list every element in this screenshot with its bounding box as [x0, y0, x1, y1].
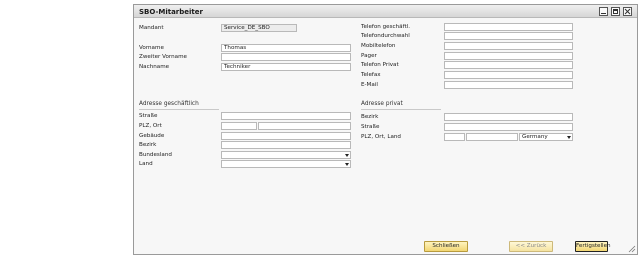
private-bezirk-label: Bezirk — [361, 114, 379, 120]
business-address-heading: Adresse geschäftlich — [139, 101, 199, 107]
zweiter-vorname-label: Zweiter Vorname — [139, 54, 187, 60]
resize-grip-icon[interactable] — [628, 245, 636, 253]
schliessen-button[interactable]: Schließen — [424, 241, 468, 252]
private-land-value: Germany — [522, 134, 548, 140]
zweiter-vorname-field[interactable] — [221, 53, 351, 61]
business-ort-field[interactable] — [258, 122, 351, 130]
pager-label: Pager — [361, 53, 377, 59]
zurueck-button[interactable]: << Zurück — [509, 241, 553, 252]
private-land-select[interactable]: Germany — [519, 133, 573, 141]
business-land-select[interactable] — [221, 160, 351, 168]
business-bezirk-label: Bezirk — [139, 142, 157, 148]
window-title: SBO-Mitarbeiter — [139, 8, 203, 16]
business-plz-field[interactable] — [221, 122, 257, 130]
title-bar[interactable]: SBO-Mitarbeiter — [134, 5, 637, 18]
business-gebaeude-label: Gebäude — [139, 133, 165, 139]
fertigstellen-button[interactable]: Fertigstellen — [575, 241, 611, 252]
telefondurchwahl-label: Telefondurchwahl — [361, 33, 410, 39]
private-ort-field[interactable] — [466, 133, 518, 141]
mobiltelefon-field[interactable] — [444, 42, 573, 50]
email-label: E-Mail — [361, 82, 378, 88]
business-heading-divider — [139, 109, 219, 110]
telefon-geschaeftl-label: Telefon geschäftl. — [361, 24, 410, 30]
mandant-label: Mandant — [139, 25, 164, 31]
business-gebaeude-field[interactable] — [221, 132, 351, 140]
private-strasse-field[interactable] — [444, 123, 573, 131]
nachname-field[interactable]: Techniker — [221, 63, 351, 71]
chevron-down-icon — [345, 163, 349, 166]
private-bezirk-field[interactable] — [444, 113, 573, 121]
business-bezirk-field[interactable] — [221, 141, 351, 149]
chevron-down-icon — [345, 154, 349, 157]
private-strasse-label: Straße — [361, 124, 380, 130]
telefon-privat-label: Telefon Privat — [361, 62, 399, 68]
pager-field[interactable] — [444, 52, 573, 60]
business-bundesland-label: Bundesland — [139, 152, 172, 158]
vorname-field[interactable]: Thomas — [221, 44, 351, 52]
maximize-icon[interactable] — [611, 7, 620, 16]
business-bundesland-select[interactable] — [221, 151, 351, 159]
minimize-icon[interactable] — [599, 7, 608, 16]
nachname-label: Nachname — [139, 64, 170, 70]
chevron-down-icon — [567, 136, 571, 139]
mobiltelefon-label: Mobiltelefon — [361, 43, 396, 49]
business-plz-ort-label: PLZ, Ort — [139, 123, 162, 129]
telefax-label: Telefax — [361, 72, 381, 78]
vorname-label: Vorname — [139, 45, 164, 51]
private-plz-ort-land-label: PLZ, Ort, Land — [361, 134, 401, 140]
business-land-label: Land — [139, 161, 153, 167]
private-plz-field[interactable] — [444, 133, 465, 141]
telefondurchwahl-field[interactable] — [444, 32, 573, 40]
email-field[interactable] — [444, 81, 573, 89]
telefon-privat-field[interactable] — [444, 61, 573, 69]
private-address-heading: Adresse privat — [361, 101, 403, 107]
business-strasse-label: Straße — [139, 113, 158, 119]
telefax-field[interactable] — [444, 71, 573, 79]
mandant-field: Service_DE_SBO — [221, 24, 297, 32]
employee-wizard-window: SBO-Mitarbeiter Mandant Service_DE_SBO V… — [133, 4, 638, 255]
telefon-geschaeftl-field[interactable] — [444, 23, 573, 31]
close-icon[interactable] — [623, 7, 632, 16]
private-heading-divider — [361, 109, 441, 110]
business-strasse-field[interactable] — [221, 112, 351, 120]
